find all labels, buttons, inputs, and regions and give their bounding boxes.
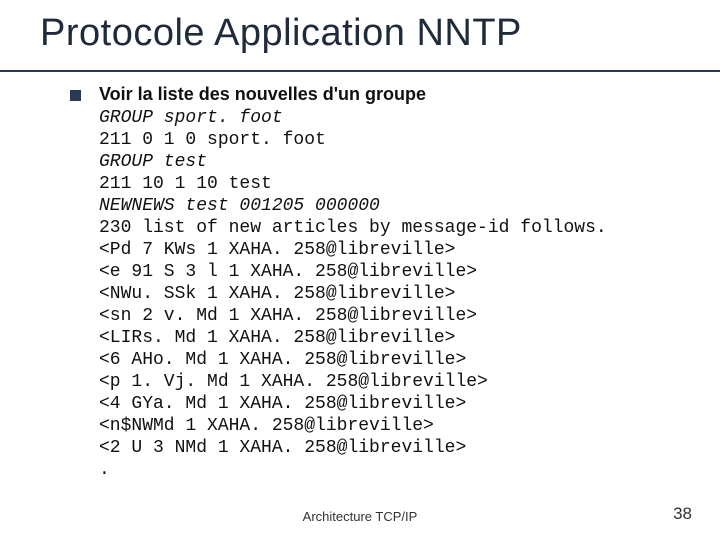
page-number: 38	[673, 504, 692, 524]
title-underline	[0, 70, 720, 72]
slide-title: Protocole Application NNTP	[40, 12, 522, 55]
bullet-item: Voir la liste des nouvelles d'un groupe	[70, 84, 690, 105]
code-line: 211 10 1 10 test	[99, 173, 690, 195]
footer-label: Architecture TCP/IP	[0, 509, 720, 524]
slide-body: Voir la liste des nouvelles d'un groupe …	[70, 84, 690, 481]
code-line: NEWNEWS test 001205 000000	[99, 195, 690, 217]
code-line: <2 U 3 NMd 1 XAHA. 258@libreville>	[99, 437, 690, 459]
bullet-heading: Voir la liste des nouvelles d'un groupe	[99, 84, 426, 105]
code-line: .	[99, 459, 690, 481]
code-line: GROUP test	[99, 151, 690, 173]
square-bullet-icon	[70, 90, 81, 101]
code-line: 230 list of new articles by message-id f…	[99, 217, 690, 239]
code-line: GROUP sport. foot	[99, 107, 690, 129]
code-line: <NWu. SSk 1 XAHA. 258@libreville>	[99, 283, 690, 305]
code-line: <n$NWMd 1 XAHA. 258@libreville>	[99, 415, 690, 437]
code-line: 211 0 1 0 sport. foot	[99, 129, 690, 151]
code-block: GROUP sport. foot211 0 1 0 sport. footGR…	[99, 107, 690, 481]
slide: Protocole Application NNTP Voir la liste…	[0, 0, 720, 540]
code-line: <sn 2 v. Md 1 XAHA. 258@libreville>	[99, 305, 690, 327]
code-line: <4 GYa. Md 1 XAHA. 258@libreville>	[99, 393, 690, 415]
code-line: <Pd 7 KWs 1 XAHA. 258@libreville>	[99, 239, 690, 261]
code-line: <LIRs. Md 1 XAHA. 258@libreville>	[99, 327, 690, 349]
code-line: <e 91 S 3 l 1 XAHA. 258@libreville>	[99, 261, 690, 283]
code-line: <6 AHo. Md 1 XAHA. 258@libreville>	[99, 349, 690, 371]
code-line: <p 1. Vj. Md 1 XAHA. 258@libreville>	[99, 371, 690, 393]
